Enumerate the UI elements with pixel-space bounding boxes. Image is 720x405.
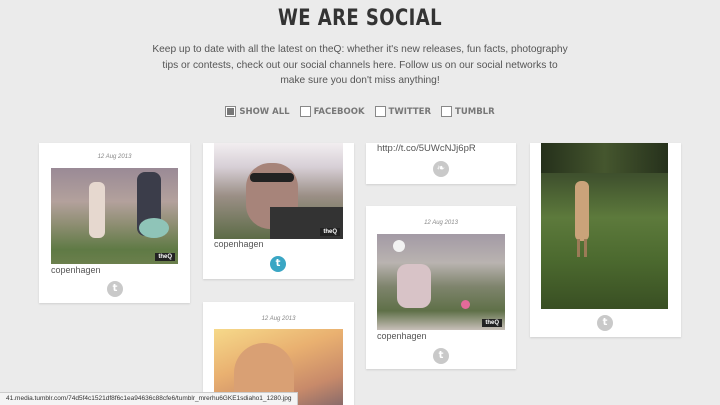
post-card[interactable]: http://t.co/5UWcNJj6pR ❧ xyxy=(366,143,516,184)
post-photo[interactable] xyxy=(541,143,668,309)
checkbox-facebook[interactable] xyxy=(299,106,311,117)
post-date: 12 Aug 2013 xyxy=(97,154,132,160)
theq-badge: theQ xyxy=(320,228,340,236)
tumblr-icon[interactable]: t xyxy=(597,315,613,331)
post-photo[interactable]: theQ xyxy=(377,234,505,330)
filter-twitter[interactable]: TWITTER xyxy=(374,106,432,117)
filter-show-all[interactable]: SHOW ALL xyxy=(225,106,290,117)
checkbox-tumblr[interactable] xyxy=(441,106,453,117)
post-card[interactable]: theQ copenhagen t xyxy=(203,143,354,279)
tumblr-icon[interactable]: t xyxy=(107,281,123,297)
post-caption: copenhagen xyxy=(377,331,427,341)
post-caption: copenhagen xyxy=(214,239,264,249)
filter-label: FACEBOOK xyxy=(313,106,365,117)
post-date: 12 Aug 2013 xyxy=(261,316,296,322)
tumblr-icon[interactable]: t xyxy=(270,256,286,272)
post-card[interactable]: 12 Aug 2013 xyxy=(203,302,354,405)
filter-label: TUMBLR xyxy=(455,106,495,117)
post-link[interactable]: http://t.co/5UWcNJj6pR xyxy=(377,143,476,154)
twitter-icon[interactable]: ❧ xyxy=(433,161,449,177)
theq-badge: theQ xyxy=(482,319,502,327)
theq-badge: theQ xyxy=(155,253,175,261)
tumblr-icon[interactable]: t xyxy=(433,348,449,364)
filter-label: SHOW ALL xyxy=(239,106,290,117)
intro-text: Keep up to date with all the latest on t… xyxy=(152,44,568,86)
post-date: 12 Aug 2013 xyxy=(424,220,458,226)
checkbox-show-all[interactable] xyxy=(225,106,237,117)
post-card[interactable]: 12 Aug 2013 theQ copenhagen t xyxy=(39,143,190,303)
post-photo[interactable]: theQ xyxy=(214,143,343,239)
post-photo[interactable]: theQ xyxy=(51,168,178,264)
filter-tumblr[interactable]: TUMBLR xyxy=(441,106,495,117)
status-bar-url: 41.media.tumblr.com/74d5f4c1521df8f6c1ea… xyxy=(0,392,299,405)
checkbox-twitter[interactable] xyxy=(374,106,386,117)
filter-label: TWITTER xyxy=(388,106,432,117)
post-caption: copenhagen xyxy=(51,265,101,275)
post-card[interactable]: t xyxy=(530,143,681,337)
filter-bar: SHOW ALL FACEBOOK TWITTER TUMBLR xyxy=(0,106,720,117)
page-title: WE ARE SOCIAL xyxy=(277,6,443,31)
filter-facebook[interactable]: FACEBOOK xyxy=(299,106,365,117)
post-card[interactable]: 12 Aug 2013 theQ copenhagen t xyxy=(366,206,516,369)
